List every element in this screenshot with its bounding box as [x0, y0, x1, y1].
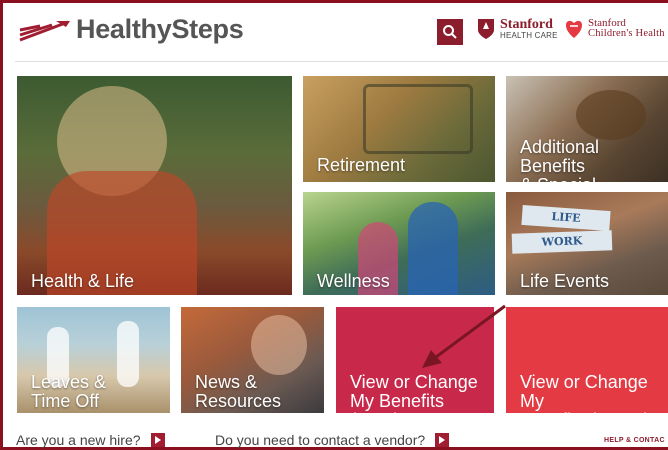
golf-cart-shape: [363, 84, 473, 154]
tile-wellness[interactable]: Wellness: [303, 192, 495, 295]
stanford-shield-icon: [478, 19, 494, 39]
childrens-heart-icon: [566, 20, 582, 38]
search-button[interactable]: [437, 19, 463, 45]
shc-brand-subtitle: HEALTH CARE: [500, 31, 558, 40]
tile-health-life[interactable]: Health & Life: [17, 76, 292, 295]
tile-view-lpch-label: View or Change My Benefits (LPCH): [520, 372, 650, 414]
steps-logo-icon: [19, 20, 70, 41]
lpch-brand-subtitle: Children's Health: [588, 28, 665, 40]
tile-leaves-label: Leaves & Time Off: [31, 372, 107, 411]
tile-wellness-label: Wellness: [317, 271, 390, 291]
healthysteps-logo[interactable]: HealthySteps: [18, 14, 244, 45]
tile-life-events[interactable]: LIFE WORK Life Events: [506, 192, 668, 295]
search-icon: [443, 25, 457, 39]
tile-health-life-label: Health & Life: [31, 271, 135, 291]
work-sign: WORK: [511, 230, 613, 254]
tile-news-resources[interactable]: News & Resources: [181, 307, 324, 413]
tile-life-events-label: Life Events: [520, 271, 610, 291]
shc-brand-name: Stanford: [500, 17, 553, 32]
new-hire-text: Are you a new hire?: [16, 432, 141, 448]
tile-view-change-benefits-lpch[interactable]: View or Change My Benefits (LPCH): [506, 307, 668, 413]
new-hire-link[interactable]: Are you a new hire?: [16, 432, 165, 448]
chevron-right-icon: [150, 433, 165, 447]
tile-retirement[interactable]: Retirement: [303, 76, 495, 182]
dog-shape: [576, 90, 646, 140]
logo-healthy-text: Healthy: [76, 14, 172, 44]
tile-additional-benefits-label: Additional Benefits & Special Programs: [520, 137, 600, 183]
family-figure: [117, 321, 139, 387]
tile-retirement-label: Retirement: [317, 155, 406, 175]
runner-man-shape: [408, 202, 458, 295]
tile-view-shc-label: View or Change My Benefits (SHC): [350, 372, 478, 414]
tile-leaves[interactable]: Leaves & Time Off: [17, 307, 170, 413]
life-sign: LIFE: [521, 204, 611, 232]
reader-figure: [251, 315, 307, 375]
tile-additional-benefits[interactable]: Additional Benefits & Special Programs: [506, 76, 668, 182]
chevron-right-icon: [435, 433, 450, 447]
logo-steps-text: Steps: [171, 14, 244, 44]
logo-wordmark: HealthySteps: [76, 14, 244, 45]
contact-vendor-text: Do you need to contact a vendor?: [215, 432, 426, 448]
tile-view-change-benefits-shc[interactable]: View or Change My Benefits (SHC): [336, 307, 494, 413]
header-divider: [15, 61, 668, 62]
tile-news-label: News & Resources: [195, 372, 282, 411]
stanford-health-care-logo[interactable]: Stanford HEALTH CARE: [477, 18, 558, 40]
contact-vendor-link[interactable]: Do you need to contact a vendor?: [215, 432, 450, 448]
help-contact-link[interactable]: HELP & CONTAC: [604, 437, 665, 444]
stanford-childrens-health-logo[interactable]: Stanford Children's Health: [565, 18, 665, 40]
